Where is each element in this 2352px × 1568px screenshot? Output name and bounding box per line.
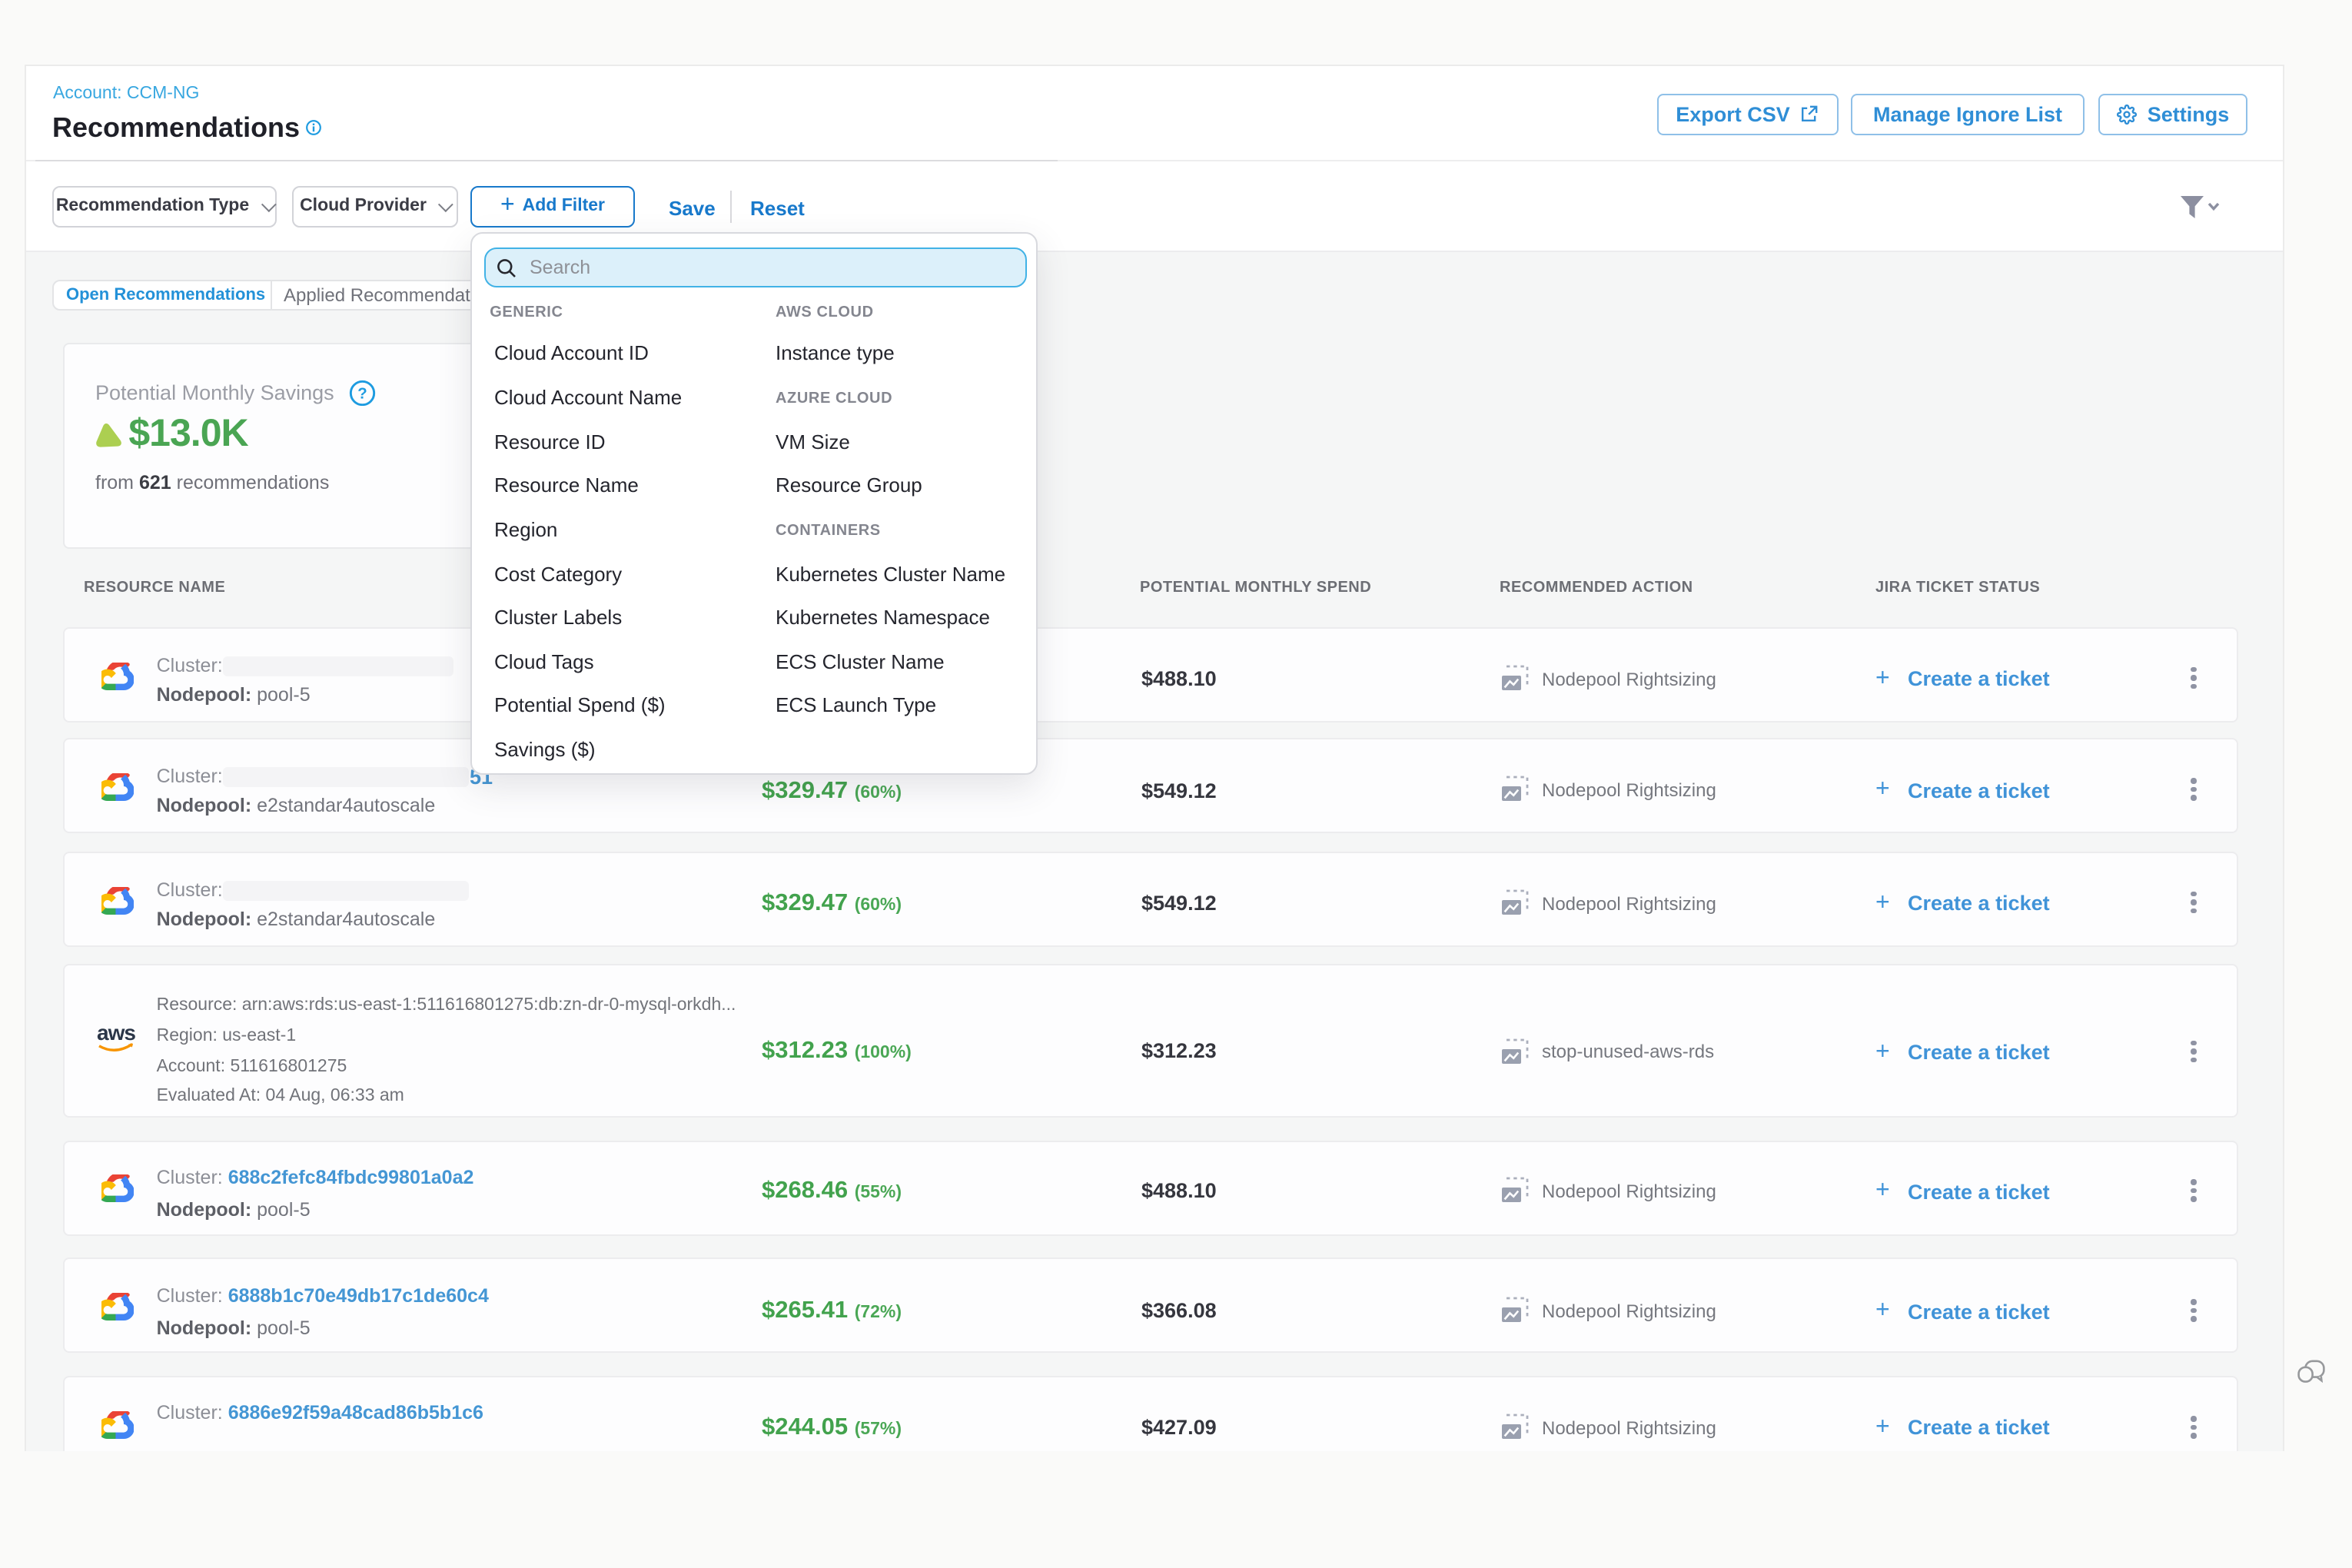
svg-text:?: ? xyxy=(357,385,367,402)
